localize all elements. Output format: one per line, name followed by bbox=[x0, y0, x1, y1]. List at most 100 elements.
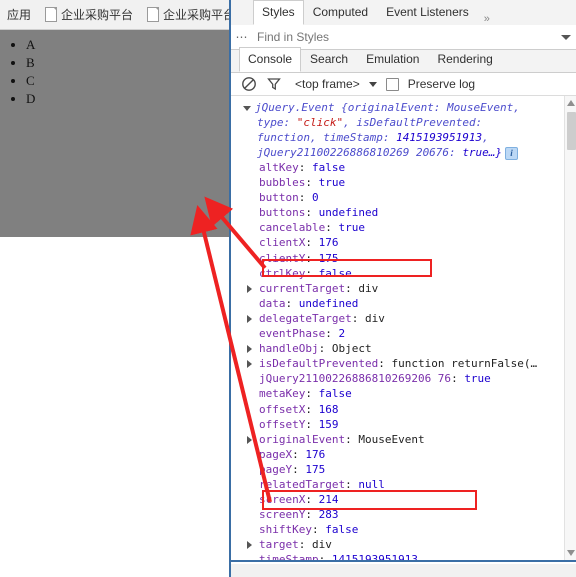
console-property-row[interactable]: cancelable: true bbox=[259, 220, 576, 235]
bookmark-item-0[interactable]: 企业采购平台 bbox=[38, 0, 140, 29]
console-property-row[interactable]: eventPhase: 2 bbox=[259, 326, 576, 341]
property-name: originalEvent bbox=[259, 432, 346, 446]
gray-container-div[interactable]: A B C D bbox=[0, 30, 236, 237]
property-value: MouseEvent bbox=[358, 432, 425, 446]
console-property-row[interactable]: timeStamp: 1415193951913 bbox=[259, 552, 576, 562]
console-property-row[interactable]: clientX: 176 bbox=[259, 235, 576, 250]
console-object-header[interactable]: jQuery.Event {originalEvent: MouseEvent,… bbox=[231, 96, 576, 160]
property-separator: : bbox=[298, 161, 312, 174]
bookmark-apps[interactable]: 应用 bbox=[0, 0, 38, 29]
preserve-log-checkbox[interactable] bbox=[385, 77, 399, 91]
property-value: true bbox=[464, 372, 491, 386]
property-name: screenY bbox=[259, 508, 306, 522]
console-property-row[interactable]: handleObj: Object bbox=[247, 341, 576, 356]
bookmark-item-1[interactable]: 企业采购平台 bbox=[140, 0, 242, 29]
property-value: Object bbox=[331, 342, 372, 356]
tab-emulation[interactable]: Emulation bbox=[357, 47, 428, 72]
console-property-row[interactable]: target: div bbox=[247, 537, 576, 552]
property-name: buttons bbox=[259, 206, 306, 220]
property-value: undefined bbox=[298, 296, 359, 310]
property-separator: : bbox=[292, 447, 306, 461]
expand-triangle-icon[interactable] bbox=[247, 541, 252, 550]
property-value: 168 bbox=[318, 402, 339, 416]
console-property-row[interactable]: isDefaultPrevented: function returnFalse… bbox=[247, 356, 576, 371]
property-name: bubbles bbox=[259, 176, 306, 190]
property-name: handleObj bbox=[259, 342, 319, 356]
property-name: jQuery21100226886810269206 76 bbox=[259, 372, 452, 386]
console-property-row[interactable]: metaKey: false bbox=[259, 386, 576, 401]
tab-console[interactable]: Console bbox=[239, 47, 302, 72]
bookmark-label: 企业采购平台 bbox=[61, 8, 134, 22]
property-name: offsetX bbox=[259, 402, 306, 416]
object-header-line1: jQuery.Event {originalEvent: MouseEvent, bbox=[255, 101, 520, 114]
filter-funnel-icon[interactable] bbox=[266, 76, 282, 92]
object-header-jquery-value: true…} bbox=[462, 146, 503, 159]
expand-triangle-icon[interactable] bbox=[247, 435, 252, 444]
bookmark-label: 企业采购平台 bbox=[163, 8, 236, 22]
property-value: function returnFalse(… bbox=[391, 357, 538, 371]
object-header-line3-pre: function, timeStamp: bbox=[257, 131, 397, 144]
page-icon bbox=[147, 7, 160, 22]
tab-search[interactable]: Search bbox=[301, 47, 357, 72]
property-separator: : bbox=[305, 206, 319, 220]
object-header-type-value: "click" bbox=[296, 116, 344, 129]
chevron-down-icon[interactable] bbox=[561, 34, 571, 40]
property-value: div bbox=[312, 538, 332, 552]
expand-triangle-icon[interactable] bbox=[247, 284, 252, 293]
console-property-row[interactable]: pageY: 175 bbox=[259, 462, 576, 477]
tab-event-listeners[interactable]: Event Listeners bbox=[377, 0, 478, 25]
property-value: 1415193951913 bbox=[331, 553, 418, 562]
tab-computed[interactable]: Computed bbox=[304, 0, 377, 25]
tab-overflow-icon[interactable]: » bbox=[478, 13, 496, 25]
console-property-row[interactable]: offsetY: 159 bbox=[259, 417, 576, 432]
info-badge-icon[interactable]: i bbox=[505, 146, 519, 160]
bookmarks-bar: 应用 企业采购平台 企业采购平台 bbox=[0, 0, 236, 30]
console-property-row[interactable]: pageX: 176 bbox=[259, 447, 576, 462]
object-header-jquery-key: jQuery21100226886810269 20676: bbox=[257, 146, 456, 159]
target-highlight-box bbox=[262, 490, 477, 510]
property-separator: : bbox=[292, 462, 306, 476]
list-item[interactable]: D bbox=[26, 90, 236, 108]
property-separator: : bbox=[325, 221, 339, 235]
list-item[interactable]: A bbox=[26, 36, 236, 54]
property-name: metaKey bbox=[259, 387, 306, 401]
frame-selector[interactable]: <top frame> bbox=[295, 77, 360, 91]
property-name: shiftKey bbox=[259, 523, 312, 537]
property-value: false bbox=[312, 161, 346, 174]
console-property-row[interactable]: shiftKey: false bbox=[259, 522, 576, 537]
property-value: 283 bbox=[318, 508, 339, 522]
property-separator: : bbox=[305, 417, 319, 431]
apps-label: 应用 bbox=[7, 8, 32, 22]
property-separator: : bbox=[311, 523, 326, 537]
devtools-bottom-strip bbox=[231, 564, 576, 577]
console-property-row[interactable]: offsetX: 168 bbox=[259, 402, 576, 417]
drawer-tabbar: Console Search Emulation Rendering bbox=[231, 47, 576, 73]
property-value: 159 bbox=[318, 417, 339, 431]
property-separator: : bbox=[351, 311, 365, 325]
object-header-line2-pre: type: bbox=[257, 116, 297, 129]
disclosure-triangle-icon[interactable] bbox=[243, 105, 251, 111]
console-property-row[interactable]: buttons: undefined bbox=[259, 205, 576, 220]
console-property-row[interactable]: altKey: false bbox=[259, 160, 576, 175]
console-property-row[interactable]: originalEvent: MouseEvent bbox=[247, 432, 576, 447]
expand-triangle-icon[interactable] bbox=[247, 345, 252, 354]
more-dots-icon[interactable]: ⋯ bbox=[231, 30, 253, 44]
find-in-styles-input[interactable] bbox=[253, 27, 561, 47]
console-property-row[interactable]: bubbles: true bbox=[259, 175, 576, 190]
clear-console-icon[interactable] bbox=[241, 76, 257, 92]
expand-triangle-icon[interactable] bbox=[247, 360, 252, 369]
list-item[interactable]: C bbox=[26, 72, 236, 90]
console-property-row[interactable]: delegateTarget: div bbox=[247, 311, 576, 326]
object-header-line2-post: , isDefaultPrevented: bbox=[343, 116, 483, 129]
tab-rendering[interactable]: Rendering bbox=[428, 47, 501, 72]
tab-styles[interactable]: Styles bbox=[253, 0, 304, 25]
expand-triangle-icon[interactable] bbox=[247, 314, 252, 323]
chevron-down-icon[interactable] bbox=[368, 81, 377, 87]
console-property-row[interactable]: jQuery21100226886810269206 76: true bbox=[259, 371, 576, 386]
list-item[interactable]: B bbox=[26, 54, 236, 72]
property-separator: : bbox=[305, 176, 319, 190]
console-property-row[interactable]: currentTarget: div bbox=[247, 281, 576, 296]
styles-pane-tabbar: Styles Computed Event Listeners » bbox=[231, 0, 576, 26]
console-property-row[interactable]: data: undefined bbox=[259, 296, 576, 311]
console-property-row[interactable]: button: 0 bbox=[259, 190, 576, 205]
